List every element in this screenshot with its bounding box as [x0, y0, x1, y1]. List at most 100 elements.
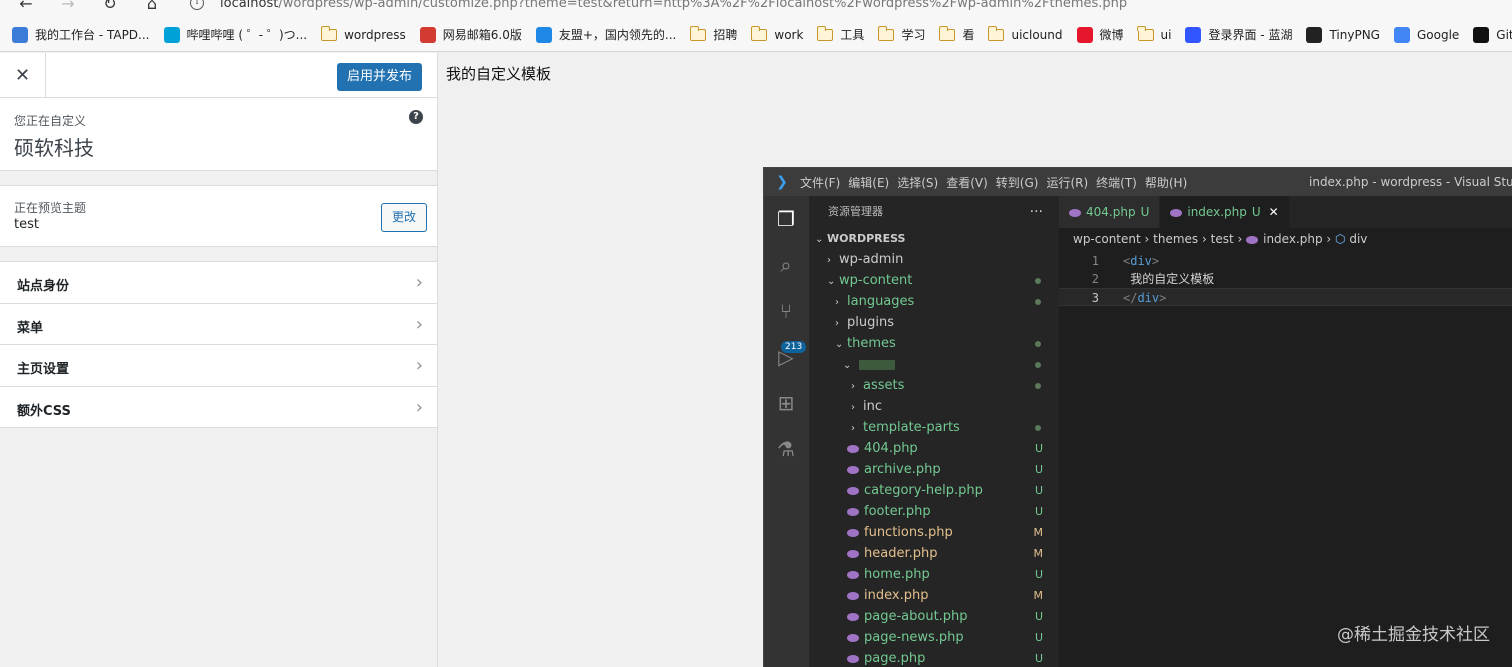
- bookmark-label: 登录界面 - 蓝湖: [1208, 28, 1293, 42]
- php-file-icon: [1170, 208, 1183, 217]
- code-text: <div>: [1123, 252, 1159, 270]
- tree-item[interactable]: ⌄ WORDPRESS: [809, 228, 1059, 249]
- tree-item[interactable]: ⌄: [809, 354, 1059, 375]
- close-icon[interactable]: ✕: [0, 53, 46, 98]
- bookmark-item[interactable]: GitHub: [1473, 26, 1512, 43]
- bookmark-item[interactable]: uiclound: [987, 25, 1063, 42]
- tree-item[interactable]: ⌄ themes: [809, 333, 1059, 354]
- tree-item[interactable]: home.php U: [809, 564, 1059, 585]
- tree-item[interactable]: page.php U: [809, 648, 1059, 667]
- bookmark-item[interactable]: 网易邮箱6.0版: [419, 26, 522, 43]
- menu-item[interactable]: 选择(S): [897, 174, 938, 191]
- bookmark-item[interactable]: 登录界面 - 蓝湖: [1185, 26, 1292, 43]
- tree-item[interactable]: › inc: [809, 396, 1059, 417]
- activity-bar: ❐ ⌕ ⑂ 213 ▷ ⊞ ⚗: [764, 196, 809, 667]
- menu-item[interactable]: 运行(R): [1046, 174, 1088, 191]
- folder-icon: [816, 25, 834, 41]
- search-icon[interactable]: ⌕: [773, 252, 799, 278]
- tree-item[interactable]: › plugins: [809, 312, 1059, 333]
- back-arrow-icon[interactable]: ←: [16, 0, 36, 14]
- customizer-section[interactable]: 菜单 ›: [0, 304, 437, 345]
- menu-item[interactable]: 终端(T): [1096, 174, 1137, 191]
- tree-item[interactable]: › wp-admin: [809, 249, 1059, 270]
- address-bar[interactable]: localhost/wordpress/wp-admin/customize.p…: [220, 0, 1127, 11]
- breadcrumb-item[interactable]: wp-content: [1073, 232, 1141, 246]
- code-line[interactable]: 1 <div>: [1059, 252, 1512, 270]
- tree-item[interactable]: archive.php U: [809, 459, 1059, 480]
- git-status-badge: U: [1034, 505, 1043, 518]
- bookmark-item[interactable]: 招聘: [689, 25, 737, 43]
- tree-item[interactable]: › languages: [809, 291, 1059, 312]
- modified-dot-icon: [1035, 425, 1041, 431]
- publish-button[interactable]: 启用并发布: [336, 63, 422, 91]
- testing-icon[interactable]: ⚗: [773, 436, 799, 462]
- bookmark-item[interactable]: ui: [1137, 25, 1171, 42]
- bookmark-item[interactable]: 看: [938, 25, 974, 43]
- breadcrumb-item[interactable]: index.php: [1263, 232, 1322, 246]
- more-actions-icon[interactable]: ···: [1030, 196, 1043, 228]
- tree-item[interactable]: category-help.php U: [809, 480, 1059, 501]
- menu-item[interactable]: 文件(F): [800, 174, 840, 191]
- code-text: </div>: [1123, 289, 1166, 307]
- bookmark-item[interactable]: wordpress: [320, 25, 406, 42]
- editor-tab[interactable]: index.php U ✕: [1160, 196, 1290, 228]
- code-text: 我的自定义模板: [1123, 270, 1214, 288]
- source-control-icon[interactable]: ⑂: [773, 298, 799, 324]
- change-theme-button[interactable]: 更改: [381, 203, 427, 232]
- customizing-info: 您正在自定义 硕软科技 ?: [0, 98, 437, 171]
- breadcrumb-item[interactable]: themes: [1153, 232, 1198, 246]
- customizer-header: ✕ 启用并发布: [0, 53, 437, 98]
- extensions-icon[interactable]: ⊞: [773, 390, 799, 416]
- tree-item[interactable]: page-news.php U: [809, 627, 1059, 648]
- customizer-section[interactable]: 站点身份 ›: [0, 262, 437, 304]
- bookmark-item[interactable]: 工具: [816, 25, 864, 43]
- php-file-icon: [847, 465, 859, 474]
- code-editor[interactable]: 1 <div> 2 我的自定义模板 3 </div>: [1059, 252, 1512, 306]
- previewing-label: 正在预览主题: [14, 201, 87, 215]
- chevron-down-icon: ⌄: [815, 234, 824, 245]
- bookmark-item[interactable]: 微博: [1076, 26, 1124, 43]
- customizer-section[interactable]: 主页设置 ›: [0, 345, 437, 387]
- chevron-right-icon: ›: [851, 423, 855, 434]
- editor-tab[interactable]: 404.php U: [1059, 196, 1161, 228]
- tree-item[interactable]: › template-parts: [809, 417, 1059, 438]
- section-label: 额外CSS: [17, 403, 71, 419]
- tree-item[interactable]: header.php M: [809, 543, 1059, 564]
- reload-icon[interactable]: ↻: [100, 0, 120, 14]
- customizer-section[interactable]: 额外CSS ›: [0, 387, 437, 428]
- menu-item[interactable]: 查看(V): [946, 174, 988, 191]
- tree-item[interactable]: 404.php U: [809, 438, 1059, 459]
- run-debug-icon[interactable]: ▷: [773, 344, 799, 370]
- git-status-badge: U: [1034, 442, 1043, 455]
- help-icon[interactable]: ?: [409, 110, 423, 124]
- forward-arrow-icon[interactable]: →: [58, 0, 78, 14]
- bookmark-item[interactable]: 友盟+，国内领先的...: [535, 26, 676, 43]
- code-line[interactable]: 3 </div>: [1059, 288, 1512, 306]
- bookmark-item[interactable]: TinyPNG: [1306, 26, 1380, 43]
- bookmark-item[interactable]: work: [750, 25, 803, 42]
- breadcrumb-item[interactable]: div: [1349, 232, 1367, 246]
- menu-item[interactable]: 编辑(E): [848, 174, 889, 191]
- bookmark-item[interactable]: 学习: [877, 25, 925, 43]
- bookmark-item[interactable]: 我的工作台 - TAPD...: [12, 26, 150, 43]
- redacted-folder-name: [859, 359, 895, 370]
- tree-item[interactable]: footer.php U: [809, 501, 1059, 522]
- tree-item[interactable]: page-about.php U: [809, 606, 1059, 627]
- home-icon[interactable]: ⌂: [142, 0, 162, 14]
- bookmark-item[interactable]: 哔哩哔哩 ( ゜- ゜)つ...: [163, 26, 307, 43]
- menu-item[interactable]: 帮助(H): [1145, 174, 1187, 191]
- menu-item[interactable]: 转到(G): [996, 174, 1039, 191]
- close-tab-icon[interactable]: ✕: [1269, 205, 1279, 219]
- bookmark-item[interactable]: Google: [1393, 26, 1459, 43]
- tree-item[interactable]: functions.php M: [809, 522, 1059, 543]
- code-line[interactable]: 2 我的自定义模板: [1059, 270, 1512, 288]
- tree-item[interactable]: index.php M: [809, 585, 1059, 606]
- bookmark-label: 网易邮箱6.0版: [442, 28, 522, 42]
- tree-item[interactable]: ⌄ wp-content: [809, 270, 1059, 291]
- tree-item-label: category-help.php: [864, 483, 983, 498]
- tree-item-label: archive.php: [864, 462, 941, 477]
- breadcrumb-item[interactable]: test: [1211, 232, 1234, 246]
- tree-item[interactable]: › assets: [809, 375, 1059, 396]
- site-info-icon[interactable]: i: [190, 0, 204, 10]
- explorer-files-icon[interactable]: ❐: [773, 206, 799, 232]
